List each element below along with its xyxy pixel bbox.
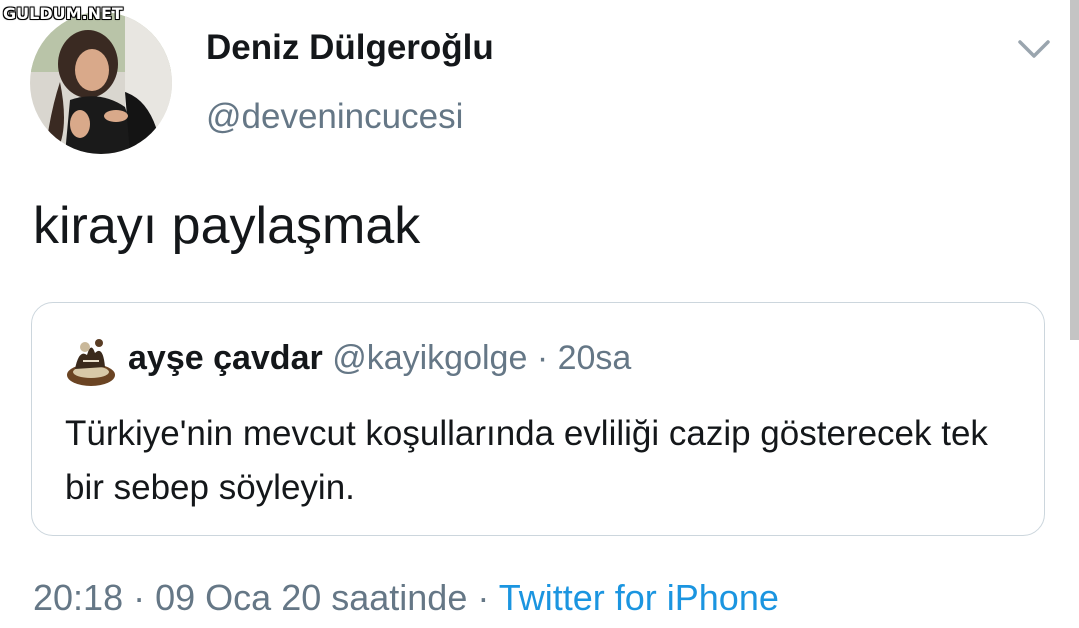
quoted-display-name[interactable]: ayşe çavdar — [128, 339, 323, 377]
tweet-page: GULDUM.NET Deniz Dülgeroğlu @devenincuce… — [0, 0, 1079, 628]
quoted-separator: · — [536, 339, 549, 377]
avatar-photo — [30, 12, 172, 154]
quoted-header: ayşe çavdar @kayikgolge · 20sa — [128, 339, 631, 378]
tweet-metadata: 20:18 · 09 Oca 20 saatinde · Twitter for… — [33, 577, 779, 619]
meta-separator: · — [133, 577, 146, 618]
watermark-logo: GULDUM.NET — [3, 4, 123, 23]
quoted-tweet-card[interactable]: ayşe çavdar @kayikgolge · 20sa Türkiye'n… — [31, 302, 1045, 536]
chevron-down-icon[interactable] — [1014, 34, 1054, 64]
tweet-source-link[interactable]: Twitter for iPhone — [499, 577, 779, 618]
quoted-time[interactable]: 20sa — [558, 339, 632, 377]
quoted-avatar-image — [67, 339, 115, 386]
tweet-date[interactable]: 09 Oca 20 saatinde — [155, 577, 467, 618]
quoted-tweet-text: Türkiye'nin mevcut koşullarında evliliği… — [65, 414, 988, 507]
tweet-time[interactable]: 20:18 — [33, 577, 123, 618]
author-handle[interactable]: @devenincucesi — [206, 97, 463, 137]
meta-separator: · — [477, 577, 490, 618]
tweet-text: kirayı paylaşmak — [33, 197, 421, 255]
scrollbar[interactable] — [1070, 0, 1079, 340]
author-display-name[interactable]: Deniz Dülgeroğlu — [206, 28, 494, 68]
quoted-author-avatar[interactable] — [65, 331, 117, 389]
quoted-handle[interactable]: @kayikgolge — [332, 339, 527, 377]
author-avatar[interactable] — [30, 12, 172, 154]
